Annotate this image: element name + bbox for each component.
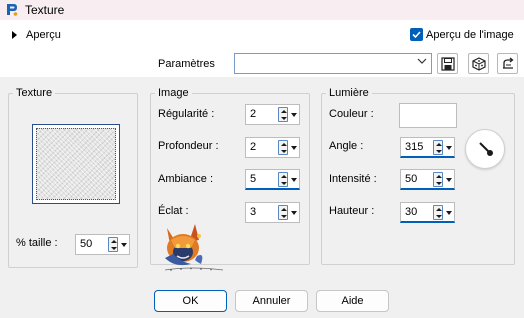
eclat-value: 3 <box>250 206 257 218</box>
profondeur-spinbox[interactable]: 2 <box>245 137 300 158</box>
hauteur-value: 30 <box>405 206 418 218</box>
couleur-label: Couleur : <box>329 108 374 120</box>
angle-value: 315 <box>405 141 424 153</box>
expand-arrow-icon[interactable] <box>12 31 17 39</box>
chevron-down-icon[interactable] <box>417 58 427 65</box>
random-icon <box>472 57 486 71</box>
title-bar <box>0 0 524 20</box>
hauteur-dropdown-arrow[interactable] <box>446 211 452 215</box>
texture-preview[interactable] <box>32 124 120 204</box>
size-value: 50 <box>80 238 93 250</box>
texture-group-title: Texture <box>13 87 56 99</box>
texture-swatch <box>36 128 116 200</box>
params-label: Paramètres <box>158 58 215 70</box>
regularite-spinbox[interactable]: 2 <box>245 104 300 125</box>
reset-preset-button[interactable] <box>497 53 518 74</box>
regularite-label: Régularité : <box>158 108 215 120</box>
lumiere-group-title: Lumière <box>326 87 372 99</box>
window-title: Texture <box>25 3 65 17</box>
angle-dial[interactable] <box>465 129 505 169</box>
params-dropdown[interactable] <box>234 53 432 74</box>
app-logo-icon <box>7 4 18 16</box>
eclat-spinbox[interactable]: 3 <box>245 202 300 223</box>
preview-image-label[interactable]: Aperçu de l'image <box>426 29 514 41</box>
reset-icon <box>503 57 514 69</box>
couleur-swatch[interactable] <box>399 103 457 128</box>
preview-image-checkbox[interactable] <box>410 28 423 41</box>
save-preset-button[interactable] <box>437 53 458 74</box>
intensite-spinbox[interactable]: 50 <box>400 169 455 190</box>
hauteur-level-bar <box>403 221 421 223</box>
profondeur-dropdown-arrow[interactable] <box>291 146 297 150</box>
help-button[interactable]: Aide <box>316 290 389 312</box>
hauteur-label: Hauteur : <box>329 205 375 217</box>
regularite-value: 2 <box>250 108 257 120</box>
profondeur-label: Profondeur : <box>158 140 219 152</box>
checkmark-icon <box>412 31 421 39</box>
eclat-dropdown-arrow[interactable] <box>291 211 297 215</box>
angle-spinbox[interactable]: 315 <box>400 137 455 158</box>
cancel-button[interactable]: Annuler <box>235 290 308 312</box>
intensite-dropdown-arrow[interactable] <box>446 178 452 182</box>
angle-dropdown-arrow[interactable] <box>446 146 452 150</box>
eclat-stepper[interactable] <box>278 205 288 220</box>
profondeur-value: 2 <box>250 141 257 153</box>
ambiance-level-bar <box>248 188 276 190</box>
size-stepper[interactable] <box>108 237 118 252</box>
ambiance-spinbox[interactable]: 5 <box>245 169 300 190</box>
ambiance-label: Ambiance : <box>158 173 214 185</box>
regularite-stepper[interactable] <box>278 107 288 122</box>
ambiance-stepper[interactable] <box>278 172 288 187</box>
size-dropdown-arrow[interactable] <box>121 243 127 247</box>
ambiance-dropdown-arrow[interactable] <box>291 178 297 182</box>
save-icon <box>441 57 455 71</box>
angle-label: Angle : <box>329 140 364 152</box>
preview-toggle-label[interactable]: Aperçu <box>26 29 61 41</box>
hauteur-stepper[interactable] <box>433 205 443 220</box>
profondeur-stepper[interactable] <box>278 140 288 155</box>
watermark-logo <box>164 224 224 271</box>
intensite-label: Intensité : <box>329 173 377 185</box>
size-spinbox[interactable]: 50 <box>75 234 130 255</box>
intensite-value: 50 <box>405 173 418 185</box>
regularite-dropdown-arrow[interactable] <box>291 113 297 117</box>
angle-dial-needle-icon <box>479 142 493 156</box>
image-group-title: Image <box>155 87 192 99</box>
ambiance-value: 5 <box>250 173 257 185</box>
angle-stepper[interactable] <box>433 140 443 155</box>
ok-button[interactable]: OK <box>154 290 227 312</box>
random-preset-button[interactable] <box>468 53 489 74</box>
angle-level-bar <box>403 156 442 158</box>
intensite-level-bar <box>403 188 432 190</box>
hauteur-spinbox[interactable]: 30 <box>400 202 455 223</box>
intensite-stepper[interactable] <box>433 172 443 187</box>
size-label: % taille : <box>16 237 58 249</box>
eclat-label: Éclat : <box>158 205 189 217</box>
